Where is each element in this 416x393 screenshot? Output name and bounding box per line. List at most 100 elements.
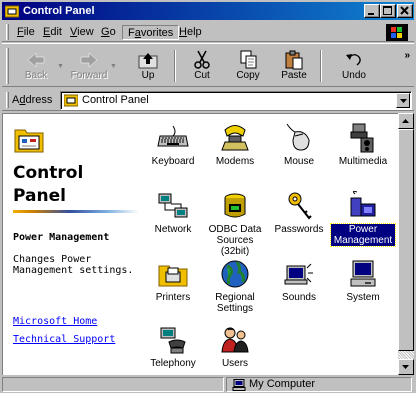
sounds-icon xyxy=(284,263,313,285)
back-dropdown-icon[interactable]: ▼ xyxy=(57,63,65,71)
vertical-scrollbar[interactable] xyxy=(398,113,414,375)
scroll-down-button[interactable] xyxy=(398,359,414,375)
address-label: Address xyxy=(12,94,53,106)
address-value: Control Panel xyxy=(82,94,149,106)
minimize-button[interactable] xyxy=(364,4,380,18)
scroll-up-button[interactable] xyxy=(398,113,414,129)
menu-bar: File Edit View Go Favorites Help xyxy=(2,22,414,42)
item-sounds[interactable]: Sounds xyxy=(267,258,331,303)
up-button[interactable]: Up xyxy=(124,48,172,86)
menu-grip[interactable] xyxy=(6,24,9,40)
control-panel-window: Control Panel File Edit View Go Favorite… xyxy=(0,0,416,393)
scroll-thumb[interactable] xyxy=(398,129,414,351)
link-microsoft-home[interactable]: Microsoft Home xyxy=(13,316,139,327)
back-button[interactable]: Back xyxy=(12,48,60,86)
scissors-icon xyxy=(194,50,210,69)
item-keyboard[interactable]: Keyboard xyxy=(141,122,205,167)
item-passwords[interactable]: Passwords xyxy=(267,190,331,235)
odbc-icon xyxy=(224,193,246,218)
toolbar-grip[interactable] xyxy=(6,48,9,84)
address-combobox[interactable]: Control Panel xyxy=(60,91,412,110)
toolbar-separator xyxy=(174,50,176,82)
cut-button[interactable]: Cut xyxy=(178,48,226,86)
power-icon xyxy=(350,190,376,217)
keyboard-icon xyxy=(157,125,189,147)
undo-button[interactable]: Undo xyxy=(330,48,378,86)
item-label: Telephony xyxy=(150,358,196,369)
paste-button[interactable]: Paste xyxy=(270,48,318,86)
menu-view[interactable]: View xyxy=(65,25,99,40)
title-bar[interactable]: Control Panel xyxy=(2,2,414,20)
item-label: Users xyxy=(221,358,249,369)
menu-edit[interactable]: Edit xyxy=(38,25,67,40)
item-network[interactable]: Network xyxy=(141,190,205,235)
item-label: Regional Settings xyxy=(215,292,255,314)
printer-folder-icon xyxy=(158,265,188,287)
window-title: Control Panel xyxy=(23,5,95,17)
status-bar: My Computer xyxy=(2,376,414,393)
title-divider xyxy=(13,210,139,213)
item-regional-settings[interactable]: Regional Settings xyxy=(203,258,267,314)
selected-item-description: Changes Power Management settings. xyxy=(13,254,134,276)
toolbar-more-chevron-icon[interactable]: » xyxy=(404,50,410,61)
folder-view: Control Panel Power Management Changes P… xyxy=(2,113,398,375)
forward-dropdown-icon[interactable]: ▼ xyxy=(110,63,118,71)
item-label: Multimedia xyxy=(338,156,388,167)
item-label: Passwords xyxy=(274,224,324,235)
network-icon xyxy=(158,193,188,218)
users-icon xyxy=(221,327,249,353)
item-label: Mouse xyxy=(283,156,314,167)
status-location: My Computer xyxy=(249,378,316,390)
control-panel-items: Keyboard Modems Mouse Multimedia Network… xyxy=(141,114,398,375)
maximize-icon xyxy=(383,6,392,15)
menu-file[interactable]: File xyxy=(12,25,40,40)
maximize-button[interactable] xyxy=(380,4,396,18)
chevron-down-icon xyxy=(400,99,407,103)
paste-icon xyxy=(285,50,303,70)
up-folder-icon xyxy=(138,53,158,69)
windows-logo-icon xyxy=(386,24,408,41)
minimize-icon xyxy=(368,13,374,15)
item-system[interactable]: System xyxy=(331,258,395,303)
close-icon xyxy=(400,6,409,15)
item-users[interactable]: Users xyxy=(203,324,267,369)
keys-icon xyxy=(288,192,312,220)
menu-help[interactable]: Help xyxy=(174,25,207,40)
item-modems[interactable]: Modems xyxy=(203,122,267,167)
globe-icon xyxy=(221,260,249,288)
item-telephony[interactable]: Telephony xyxy=(141,324,205,369)
item-label: Modems xyxy=(215,156,255,167)
item-multimedia[interactable]: Multimedia xyxy=(331,122,395,167)
item-power-management[interactable]: Power Management xyxy=(330,190,396,247)
chevron-up-icon xyxy=(402,119,409,123)
control-panel-icon xyxy=(5,5,19,18)
address-grip[interactable] xyxy=(6,92,9,108)
copy-button[interactable]: Copy xyxy=(224,48,272,86)
item-label: Keyboard xyxy=(151,156,195,167)
link-technical-support[interactable]: Technical Support xyxy=(13,334,139,345)
back-arrow-icon xyxy=(27,52,45,68)
item-odbc-data-sources[interactable]: ODBC Data Sources (32bit) xyxy=(203,190,267,257)
item-mouse[interactable]: Mouse xyxy=(267,122,331,167)
status-pane-main xyxy=(2,377,224,392)
selected-item-name: Power Management xyxy=(13,232,110,243)
telephony-icon xyxy=(160,327,186,354)
forward-button[interactable]: Forward xyxy=(65,48,113,86)
address-bar: Address Control Panel xyxy=(2,89,414,111)
close-button[interactable] xyxy=(397,4,413,18)
multimedia-icon xyxy=(350,123,374,153)
forward-arrow-icon xyxy=(80,52,98,68)
menu-go[interactable]: Go xyxy=(96,25,121,40)
menu-favorites[interactable]: Favorites xyxy=(122,25,180,40)
address-dropdown-button[interactable] xyxy=(396,93,410,108)
item-label: Network xyxy=(154,224,192,235)
toolbar-separator xyxy=(320,50,322,82)
web-view-pane: Control Panel Power Management Changes P… xyxy=(3,114,141,375)
item-printers[interactable]: Printers xyxy=(141,258,205,303)
copy-icon xyxy=(240,50,257,69)
item-label: System xyxy=(346,292,380,303)
item-label: ODBC Data Sources (32bit) xyxy=(208,224,262,257)
my-computer-icon xyxy=(232,379,246,391)
computer-icon xyxy=(350,260,376,287)
modem-icon xyxy=(221,125,249,151)
